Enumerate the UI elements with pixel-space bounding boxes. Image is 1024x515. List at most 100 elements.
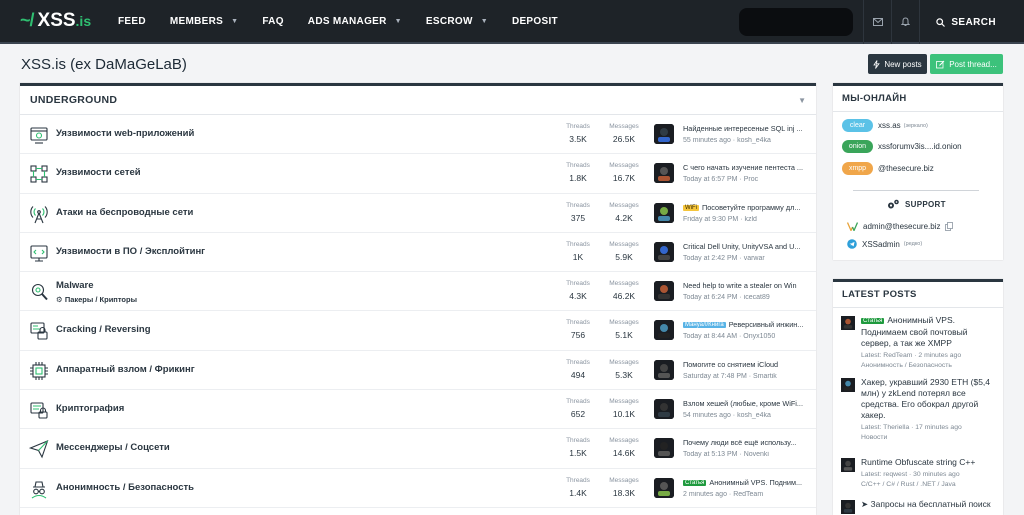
thread-prefix-badge[interactable]: Статья [683,479,707,486]
forum-row[interactable]: Cracking / Reversing Threads 756 Message… [20,311,816,351]
collapse-icon[interactable]: ▼ [798,96,806,105]
inbox-icon[interactable] [863,0,891,44]
messages-label: Messages [609,358,639,366]
forum-row[interactable]: Мессенджеры / Соцсети Threads 1.5K Messa… [20,429,816,469]
forum-title-link[interactable]: Уязвимости сетей [56,167,141,178]
gears-icon [888,199,899,209]
forum-title-link[interactable]: Анонимность / Безопасность [56,482,194,493]
telegram-icon [847,239,857,249]
forum-title-link[interactable]: Аппаратный взлом / Фрикинг [56,364,195,375]
mirror-address[interactable]: xssforumv3is....id.onion [878,142,962,151]
forum-title-link[interactable]: Cracking / Reversing [56,324,151,335]
caret-down-icon[interactable]: ▼ [231,18,238,25]
mirror-address[interactable]: xss.as [878,121,901,130]
thread-prefix-badge[interactable]: Статья [861,318,885,324]
support-heading: SUPPORT [887,199,946,210]
avatar[interactable] [841,316,855,330]
nav-faq[interactable]: FAQ [250,0,295,43]
nav-feed[interactable]: FEED [106,0,158,43]
last-post-title[interactable]: Need help to write a stealer on Win [683,281,807,290]
support-telegram-handle[interactable]: XSSadmin [862,240,900,249]
messages-count: 5.1K [615,330,633,341]
thread-prefix-badge[interactable]: Мануал/Книга [683,322,726,329]
post-thread-button[interactable]: Post thread... [930,54,1003,74]
mirror-xmpp[interactable]: xmpp @thesecure.biz [842,162,934,175]
forum-title-link[interactable]: Уязвимости в ПО / Эксплойтинг [56,246,205,257]
last-post-title[interactable]: Взлом хешей (любые, кроме WiFi... [683,399,807,408]
subforum-link[interactable]: ⚙ Пакеры / Крипторы [56,295,137,304]
last-post: Почему люди всё ещё использу... Today at… [683,438,807,458]
category-header[interactable]: UNDERGROUND ▼ [20,86,816,115]
thread-prefix-badge[interactable]: WiFi [683,204,699,211]
forum-row[interactable]: Malware ⚙ Пакеры / Крипторы Threads 4.3K… [20,272,816,312]
account-menu-masked[interactable] [739,8,854,36]
caret-down-icon[interactable]: ▼ [395,18,402,25]
support-email-address[interactable]: admin@thesecure.biz [863,222,941,231]
support-telegram[interactable]: XSSadmin (редко) [847,239,922,249]
forum-row[interactable]: Атаки на беспроводные сети Threads 375 M… [20,194,816,233]
bell-icon[interactable] [891,0,919,44]
messages-label: Messages [609,319,639,327]
forum-row[interactable]: Уязвимости web-приложений Threads 3.5K M… [20,115,816,155]
mirror-clear[interactable]: clear xss.as (зеркало) [842,119,928,132]
forum-title-link[interactable]: Атаки на беспроводные сети [56,207,193,218]
avatar[interactable] [654,399,674,420]
caret-down-icon[interactable]: ▼ [481,18,488,25]
last-post-title[interactable]: Помогите со снятием iCloud [683,360,807,369]
avatar[interactable] [841,500,855,514]
last-post-title[interactable]: Статья Анонимный VPS. Подним... [683,478,807,487]
avatar[interactable] [654,320,674,341]
latest-post-item[interactable]: Хакер, укравший 2930 ETH ($5,4 млн) у zk… [841,377,999,442]
latest-post-title[interactable]: Хакер, укравший 2930 ETH ($5,4 млн) у zk… [861,377,999,421]
avatar[interactable] [654,281,674,302]
avatar[interactable] [654,438,674,459]
latest-post-item[interactable]: Runtime Obfuscate string C++ Latest: req… [841,457,999,489]
latest-post-title[interactable]: Статья Анонимный VPS. Поднимаем свой почт… [861,315,999,349]
avatar[interactable] [654,202,674,223]
latest-post-title[interactable]: Runtime Obfuscate string C++ [861,457,999,468]
forum-row[interactable]: Криптография Threads 652 Messages 10.1K … [20,390,816,430]
software-icon [29,243,49,263]
latest-post-item[interactable]: Статья Анонимный VPS. Поднимаем свой почт… [841,315,999,370]
last-post-title[interactable]: Critical Dell Unity, UnityVSA and U... [683,242,807,251]
threads-count: 652 [570,409,586,420]
latest-post-forum[interactable]: C/C++ / C# / Rust / .NET / Java [861,480,999,489]
nav-label: ESCROW [425,15,473,27]
nav-escrow[interactable]: ESCROW ▼ [414,0,500,43]
avatar[interactable] [841,378,855,392]
last-post-title[interactable]: Мануал/Книга Реверсивный инжин... [683,320,807,329]
forum-row[interactable]: Уязвимости в ПО / Эксплойтинг Threads 1K… [20,233,816,273]
search-label: SEARCH [951,16,996,28]
latest-post-item[interactable]: ➤ Запросы на бесплатный поиск [841,499,999,514]
avatar[interactable] [654,241,674,262]
avatar[interactable] [654,359,674,380]
nav-members[interactable]: MEMBERS ▼ [158,0,250,43]
mirror-onion[interactable]: onion xssforumv3is....id.onion [842,140,962,153]
last-post-title[interactable]: Почему люди всё ещё использу... [683,438,807,447]
site-logo[interactable]: ~/ XSS .is [20,10,106,32]
forum-title-link[interactable]: Криптография [56,403,124,414]
mirror-address[interactable]: @thesecure.biz [878,164,934,173]
forum-title-link[interactable]: Уязвимости web-приложений [56,128,194,139]
latest-post-title[interactable]: ➤ Запросы на бесплатный поиск [861,499,999,510]
avatar[interactable] [841,458,855,472]
latest-post-forum[interactable]: Анонимность / Безопасность [861,361,999,370]
search-button[interactable]: SEARCH [919,0,1024,44]
last-post-title[interactable]: С чего начать изучение пентеста ... [683,163,807,172]
avatar[interactable] [654,477,674,498]
avatar[interactable] [654,163,674,184]
forum-title-link[interactable]: Malware [56,280,94,291]
last-post-title[interactable]: WiFi Посоветуйте программу дл... [683,203,807,212]
avatar[interactable] [654,124,674,144]
latest-post-forum[interactable]: Новости [861,433,999,442]
nav-deposit[interactable]: DEPOSIT [500,0,570,43]
forum-title-link[interactable]: Мессенджеры / Соцсети [56,442,170,453]
copy-icon[interactable] [944,222,953,231]
nav-ads-manager[interactable]: ADS MANAGER ▼ [296,0,414,43]
forum-row[interactable]: Анонимность / Безопасность Threads 1.4K … [20,469,816,508]
forum-row[interactable]: Аппаратный взлом / Фрикинг Threads 494 M… [20,351,816,391]
new-posts-button[interactable]: New posts [868,54,927,74]
support-email[interactable]: admin@thesecure.biz [847,222,958,231]
last-post-title[interactable]: Найденные интересеные SQL inj ... [683,124,807,133]
forum-row[interactable]: Уязвимости сетей Threads 1.8K Messages 1… [20,154,816,194]
